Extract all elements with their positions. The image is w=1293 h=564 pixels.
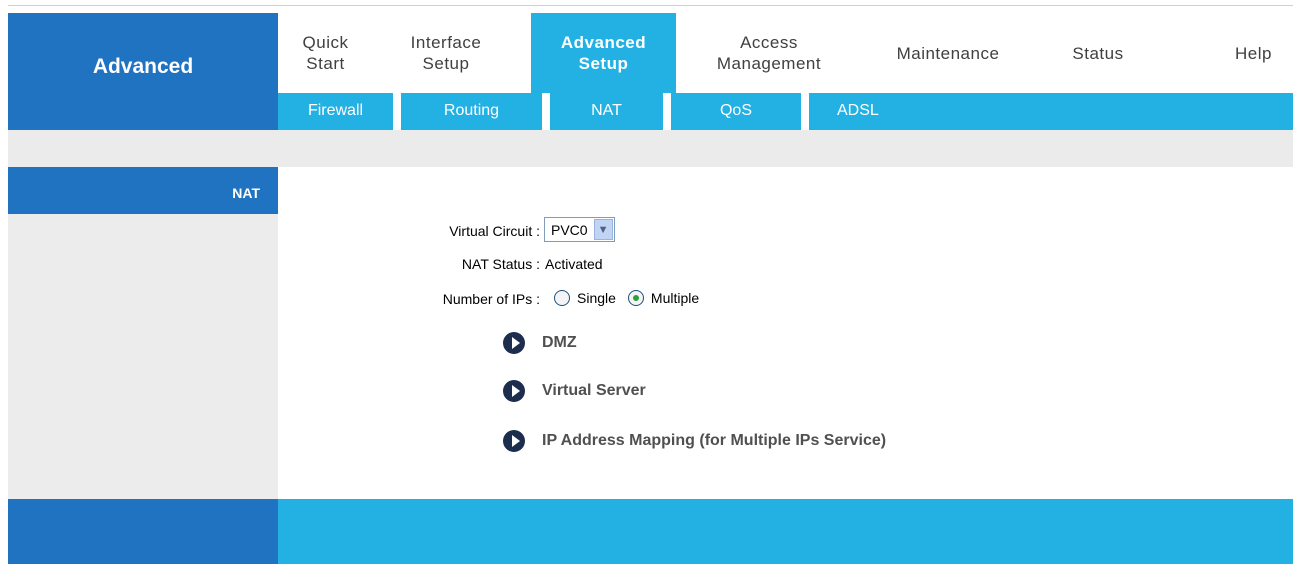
footer-right (278, 499, 1293, 564)
nav-status[interactable]: Status (1048, 13, 1148, 93)
nav-quick-start[interactable]: Quick Start (278, 13, 373, 93)
single-radio-label: Single (577, 290, 616, 306)
nav-access-management[interactable]: Access Management (692, 13, 846, 93)
nav-label: Status (1072, 43, 1124, 63)
ip-address-mapping-link[interactable]: IP Address Mapping (for Multiple IPs Ser… (503, 430, 886, 452)
subnav-separator (663, 93, 671, 130)
main-nav: Quick Start Interface Setup Advanced Setup … (278, 13, 1293, 93)
sub-nav: Firewall Routing NAT QoS ADSL (278, 93, 1293, 130)
nav-label: Management (716, 54, 822, 73)
virtual-circuit-label: Virtual Circuit : (449, 223, 540, 239)
sidebar (8, 167, 278, 499)
num-ips-label: Number of IPs : (442, 291, 540, 307)
nav-label: Access (740, 33, 798, 52)
arrow-right-circle-icon (503, 332, 525, 354)
dmz-link-label: DMZ (542, 334, 577, 351)
arrow-right-circle-icon (503, 430, 525, 452)
nav-advanced-setup[interactable]: Advanced Setup (531, 13, 676, 93)
nav-label: Setup (578, 54, 629, 73)
virtual-circuit-value: PVC0 (551, 221, 588, 238)
sidebar-section-title: NAT (8, 167, 278, 214)
brand-title: Advanced (92, 55, 194, 78)
nav-interface-setup[interactable]: Interface Setup (393, 13, 499, 93)
nav-label: Advanced (560, 33, 647, 52)
brand-lower-block (8, 93, 278, 130)
nat-status-value: Activated (545, 256, 603, 272)
subnav-separator (542, 93, 550, 130)
chevron-down-icon: ▼ (593, 219, 613, 240)
subnav-nat[interactable]: NAT (550, 93, 663, 130)
nav-label: Help (1235, 43, 1272, 63)
dmz-link[interactable]: DMZ (503, 332, 577, 354)
subnav-routing[interactable]: Routing (401, 93, 542, 130)
main-content: Virtual Circuit : PVC0 ▼ NAT Status : Ac… (278, 167, 1293, 499)
nav-label: Quick (302, 33, 349, 52)
top-divider (8, 5, 1293, 6)
radio-selected-dot (632, 295, 639, 301)
arrow-right-circle-icon (503, 380, 525, 402)
num-ips-options: Single Multiple (554, 290, 699, 306)
subnav-separator (393, 93, 401, 130)
virtual-server-link[interactable]: Virtual Server (503, 380, 646, 402)
ip-address-mapping-link-label: IP Address Mapping (for Multiple IPs Ser… (542, 432, 887, 449)
single-radio[interactable] (554, 290, 570, 306)
subnav-adsl[interactable]: ADSL (809, 93, 909, 130)
nav-maintenance[interactable]: Maintenance (868, 13, 1028, 93)
nav-help[interactable]: Help (1214, 13, 1293, 93)
nav-label: Start (306, 54, 345, 73)
nav-label: Maintenance (896, 43, 1000, 63)
nav-label: Setup (422, 54, 470, 73)
subnav-qos[interactable]: QoS (671, 93, 801, 130)
multiple-radio-label: Multiple (650, 290, 700, 306)
virtual-server-link-label: Virtual Server (542, 382, 646, 399)
nav-label: Interface (410, 33, 482, 52)
multiple-radio[interactable] (627, 290, 644, 306)
subnav-firewall[interactable]: Firewall (278, 93, 393, 130)
subnav-separator (801, 93, 809, 130)
virtual-circuit-row: PVC0 ▼ (540, 217, 615, 242)
virtual-circuit-select[interactable]: PVC0 ▼ (544, 217, 615, 242)
header-spacer-bar (8, 130, 1293, 167)
brand-section-title: Advanced (8, 13, 278, 93)
footer-left (8, 499, 278, 564)
nat-status-label: NAT Status : (461, 256, 540, 272)
